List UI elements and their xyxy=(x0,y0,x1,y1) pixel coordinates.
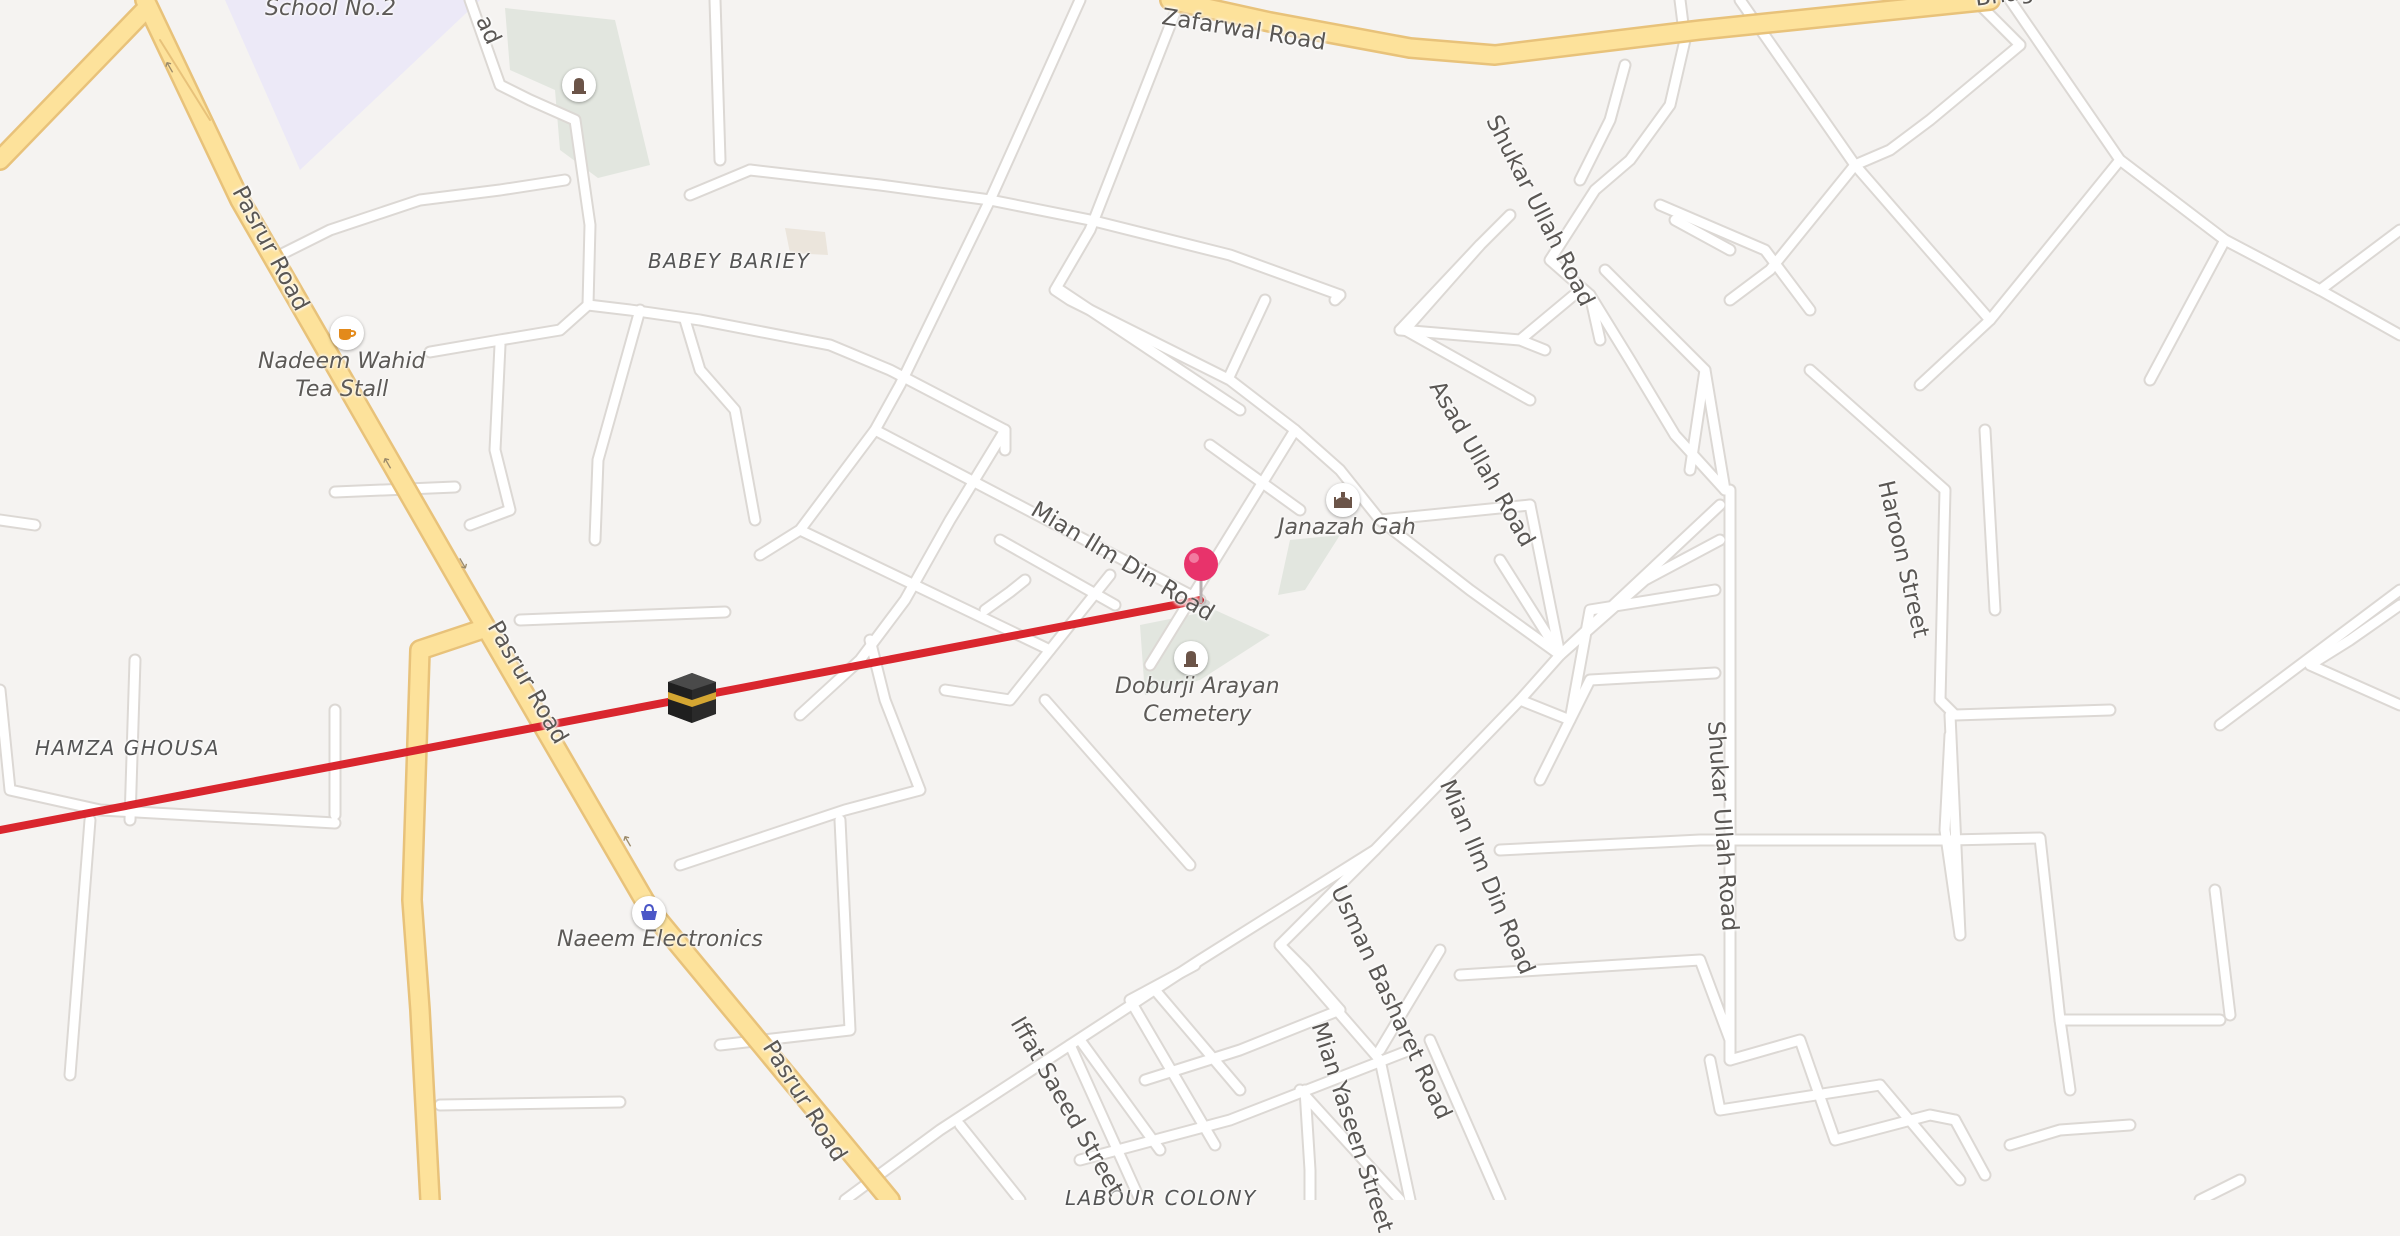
electronics-label: Naeem Electronics xyxy=(557,927,763,952)
minor-road xyxy=(0,515,40,530)
minor-road xyxy=(755,0,1085,560)
janazah-gah-label: Janazah Gah xyxy=(1278,515,1416,540)
minor-road-casing xyxy=(581,298,1012,437)
minor-road xyxy=(2145,235,2230,385)
minor-road xyxy=(1225,295,1270,380)
minor-road xyxy=(1330,290,1345,305)
minor-road xyxy=(2220,235,2325,295)
minor-road xyxy=(795,525,1115,655)
labour-colony-label: LABOUR COLONY xyxy=(1065,1186,1257,1210)
minor-road xyxy=(435,1097,625,1110)
minor-road-casing xyxy=(273,173,572,262)
top-cemetery-poi[interactable] xyxy=(562,68,596,102)
minor-road xyxy=(1915,315,1995,390)
minor-road xyxy=(980,575,1030,615)
kaaba-icon xyxy=(668,673,716,723)
minor-road xyxy=(1980,425,2000,615)
tea-stall-label: Nadeem Wahid Tea Stall xyxy=(258,348,425,404)
minor-road xyxy=(2315,225,2400,295)
minor-road xyxy=(1395,240,1485,335)
minor-road xyxy=(65,815,95,1080)
minor-road xyxy=(1055,285,1245,415)
kaaba-marker[interactable] xyxy=(664,670,720,730)
school-label: School No.2 xyxy=(265,0,396,21)
minor-road-casing xyxy=(753,0,1087,562)
babey-bariey-label: BABEY BARIEY xyxy=(648,249,811,273)
cemetery-label-line1: Doburji Arayan xyxy=(1115,674,1280,699)
janazah-area xyxy=(1278,535,1340,595)
minor-road xyxy=(1850,40,2025,170)
tea-stall-label-line2: Tea Stall xyxy=(295,377,389,402)
cemetery-label-line2: Cemetery xyxy=(1143,702,1252,727)
minor-road xyxy=(2115,155,2230,245)
minor-road xyxy=(685,165,755,200)
minor-road xyxy=(1535,668,1720,785)
cup-icon xyxy=(339,329,357,340)
minor-road xyxy=(1805,365,2115,720)
school-area xyxy=(225,0,480,170)
hamza-ghousa-label: HAMZA GHOUSA xyxy=(35,736,221,760)
minor-road xyxy=(1875,1080,1965,1185)
electronics-poi[interactable] xyxy=(632,896,666,930)
janazah-gah-poi[interactable] xyxy=(1326,483,1360,517)
grave-icon xyxy=(572,78,586,94)
pin-icon xyxy=(1184,547,1218,607)
minor-road-casing xyxy=(743,163,1347,302)
grave-icon xyxy=(1184,651,1198,667)
minor-road xyxy=(2215,585,2400,730)
minor-road xyxy=(1950,1115,1990,1180)
tea-stall-label-line1: Nadeem Wahid xyxy=(258,349,426,374)
tea-stall-poi[interactable] xyxy=(330,316,364,350)
location-pin-marker[interactable] xyxy=(1180,545,1224,615)
shopping-basket-icon xyxy=(641,903,657,920)
minor-road xyxy=(1850,155,2125,325)
mosque-icon xyxy=(1334,492,1352,508)
minor-road-casing xyxy=(1848,153,2127,327)
cemetery-poi[interactable] xyxy=(1174,641,1208,675)
minor-road xyxy=(745,165,1345,300)
cemetery-label: Doburji Arayan Cemetery xyxy=(1115,673,1280,729)
minor-road xyxy=(955,1120,1025,1200)
minor-road xyxy=(710,0,725,165)
qibla-direction-line xyxy=(0,596,1204,835)
minor-road xyxy=(583,300,1010,435)
minor-road-casing xyxy=(1803,363,2117,722)
